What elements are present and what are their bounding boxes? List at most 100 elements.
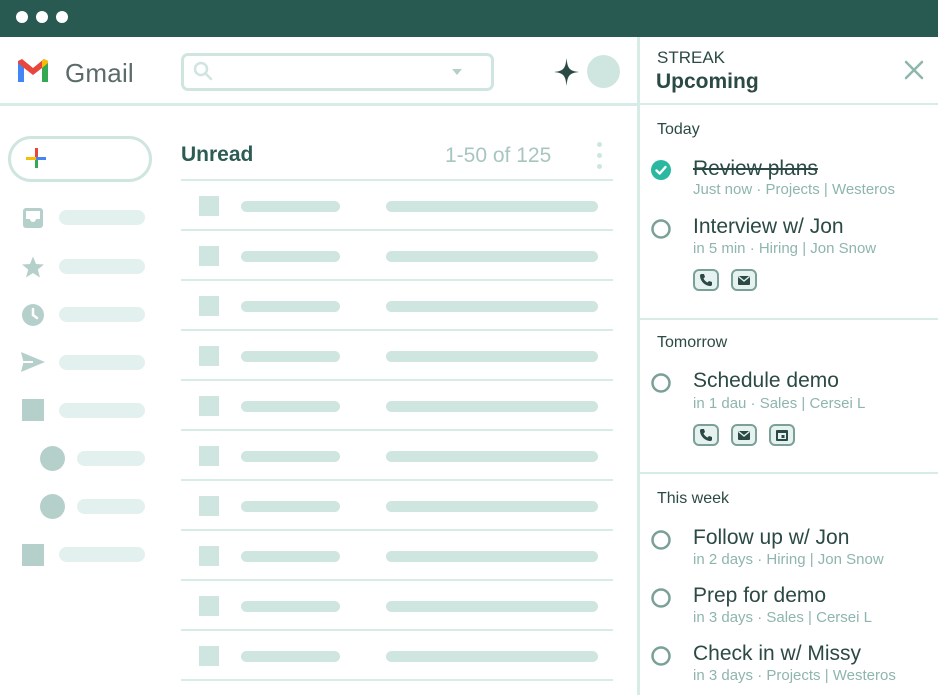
subject-placeholder [386, 401, 598, 412]
search-input[interactable] [181, 53, 494, 91]
row-checkbox[interactable] [199, 246, 219, 266]
subject-placeholder [386, 451, 598, 462]
email-row[interactable] [181, 229, 613, 281]
gmail-wordmark[interactable]: Gmail [65, 58, 134, 89]
dropdown-caret-icon[interactable] [452, 69, 462, 75]
sidebar-item-label[interactable] [59, 259, 145, 274]
task-checkbox-icon[interactable] [651, 373, 671, 393]
gmail-logo-icon[interactable] [16, 57, 50, 83]
sender-placeholder [241, 551, 340, 562]
window-dot-icon[interactable] [36, 11, 48, 23]
sender-placeholder [241, 651, 340, 662]
row-checkbox[interactable] [199, 546, 219, 566]
email-row[interactable] [181, 179, 613, 231]
window-dot-icon[interactable] [56, 11, 68, 23]
subject-placeholder [386, 351, 598, 362]
square-icon[interactable] [22, 399, 44, 421]
email-row[interactable] [181, 529, 613, 581]
sparkle-icon[interactable] [553, 57, 580, 87]
sidebar-item-label[interactable] [59, 355, 145, 370]
sidebar-item-label[interactable] [59, 210, 145, 225]
email-row[interactable] [181, 279, 613, 331]
task-subtitle: in 5 min · Hiring | Jon Snow [693, 240, 877, 257]
streak-brand: STREAK [657, 48, 726, 67]
more-options-icon[interactable] [597, 142, 603, 170]
row-checkbox[interactable] [199, 346, 219, 366]
mail-icon [738, 430, 750, 440]
email-row[interactable] [181, 429, 613, 481]
sender-placeholder [241, 301, 340, 312]
row-checkbox[interactable] [199, 646, 219, 666]
calendar-button[interactable] [769, 424, 795, 446]
task-title[interactable]: Check in w/ Missy [693, 642, 861, 666]
subject-placeholder [386, 601, 598, 612]
row-checkbox[interactable] [199, 196, 219, 216]
task-checkbox-icon[interactable] [651, 530, 671, 550]
row-checkbox[interactable] [199, 446, 219, 466]
email-button[interactable] [731, 424, 757, 446]
row-checkbox[interactable] [199, 296, 219, 316]
section-heading-tomorrow: Tomorrow [657, 334, 728, 351]
task-title[interactable]: Review plans [693, 157, 818, 181]
search-icon [193, 61, 213, 81]
window-dot-icon[interactable] [16, 11, 28, 23]
email-row[interactable] [181, 579, 613, 631]
subject-placeholder [386, 301, 598, 312]
subject-placeholder [386, 201, 598, 212]
compose-button[interactable] [8, 136, 152, 182]
sender-placeholder [241, 251, 340, 262]
folder-title: Unread [181, 143, 254, 166]
star-icon[interactable] [21, 255, 45, 279]
task-checkbox-icon[interactable] [651, 646, 671, 666]
completed-check-icon[interactable] [651, 160, 671, 180]
task-title[interactable]: Schedule demo [693, 369, 839, 393]
sidebar-item-label[interactable] [77, 451, 145, 466]
subject-placeholder [386, 501, 598, 512]
panel-title: Upcoming [656, 70, 759, 93]
phone-icon [700, 274, 712, 286]
close-icon[interactable] [904, 60, 924, 80]
row-checkbox[interactable] [199, 396, 219, 416]
circle-icon[interactable] [40, 446, 65, 471]
row-checkbox[interactable] [199, 496, 219, 516]
subject-placeholder [386, 251, 598, 262]
panel-divider [637, 37, 640, 695]
sender-placeholder [241, 401, 340, 412]
sender-placeholder [241, 601, 340, 612]
email-row[interactable] [181, 329, 613, 381]
inbox-icon[interactable] [21, 206, 45, 230]
circle-icon[interactable] [40, 494, 65, 519]
clock-icon[interactable] [21, 303, 45, 327]
calendar-icon [776, 430, 788, 441]
avatar[interactable] [587, 55, 620, 88]
sidebar-item-label[interactable] [59, 307, 145, 322]
send-icon[interactable] [20, 350, 46, 374]
task-title[interactable]: Follow up w/ Jon [693, 526, 849, 550]
sidebar-item-label[interactable] [59, 403, 145, 418]
sender-placeholder [241, 201, 340, 212]
section-divider [640, 103, 938, 105]
email-row[interactable] [181, 679, 613, 695]
task-checkbox-icon[interactable] [651, 588, 671, 608]
task-title[interactable]: Prep for demo [693, 584, 826, 608]
call-button[interactable] [693, 424, 719, 446]
call-button[interactable] [693, 269, 719, 291]
subject-placeholder [386, 551, 598, 562]
task-title[interactable]: Interview w/ Jon [693, 215, 844, 239]
section-divider [640, 318, 938, 320]
email-row[interactable] [181, 379, 613, 431]
square-icon[interactable] [22, 544, 44, 566]
mail-icon [738, 275, 750, 285]
task-subtitle: in 2 days · Hiring | Jon Snow [693, 551, 884, 568]
task-subtitle: in 1 dau · Sales | Cersei L [693, 395, 866, 412]
email-row[interactable] [181, 629, 613, 681]
email-button[interactable] [731, 269, 757, 291]
sidebar-item-label[interactable] [77, 499, 145, 514]
row-checkbox[interactable] [199, 596, 219, 616]
task-checkbox-icon[interactable] [651, 219, 671, 239]
sender-placeholder [241, 501, 340, 512]
email-row[interactable] [181, 479, 613, 531]
plus-icon [26, 148, 46, 168]
task-subtitle: in 3 days · Projects | Westeros [693, 667, 896, 684]
sidebar-item-label[interactable] [59, 547, 145, 562]
